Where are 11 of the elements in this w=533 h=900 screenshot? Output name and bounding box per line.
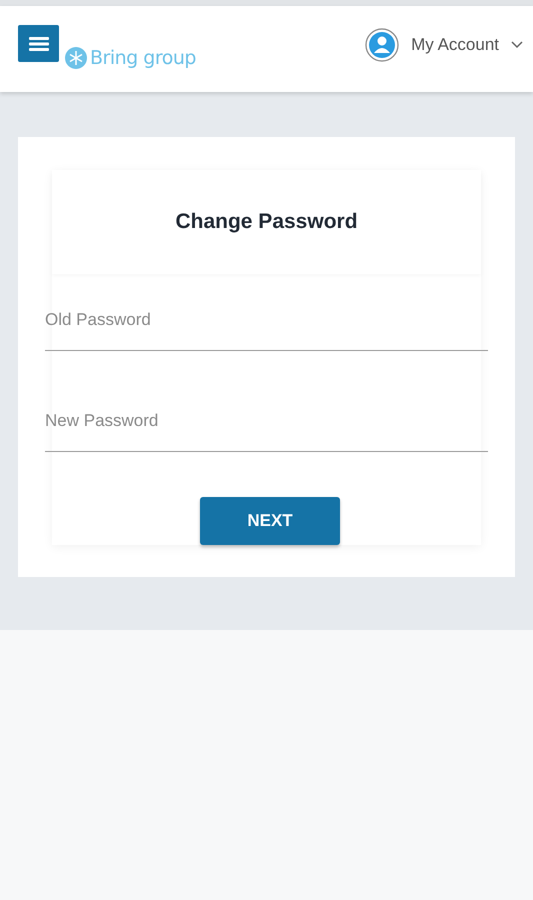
snowflake-logo-icon [65,47,87,70]
account-menu[interactable]: My Account [365,28,523,62]
user-avatar-icon [365,28,400,62]
form-title: Change Password [175,209,358,236]
chevron-down-icon [511,41,523,49]
password-field[interactable]: Old Password [45,289,488,351]
next-button[interactable]: NEXT [200,497,340,545]
menu-icon [28,36,48,52]
password-field[interactable]: New Password [45,390,488,452]
brand-name: Bring group [90,46,196,71]
menu-button[interactable] [18,25,59,62]
